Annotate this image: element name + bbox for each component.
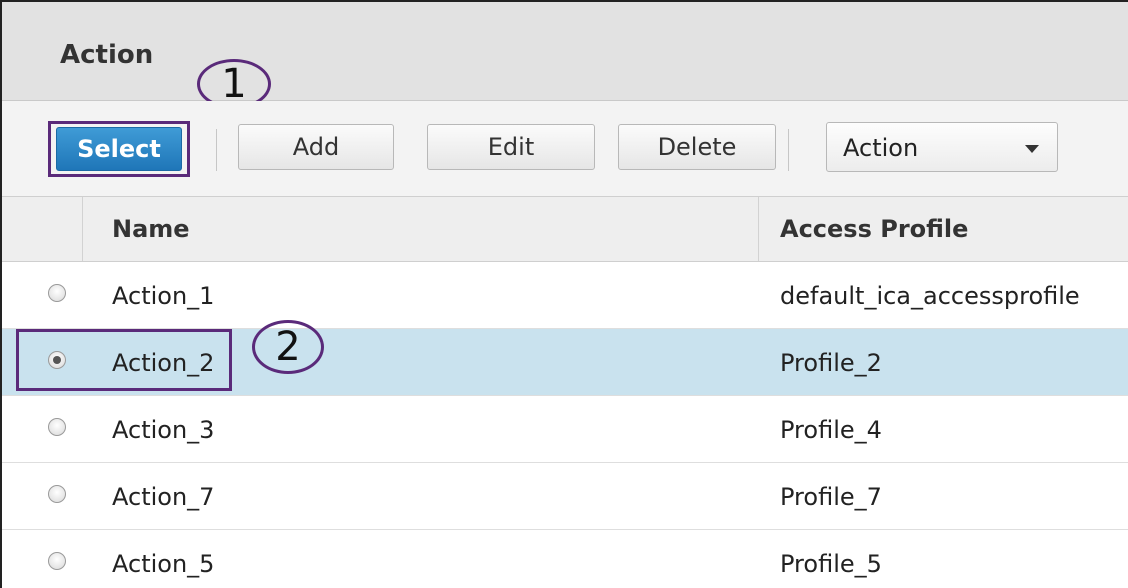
table-row[interactable]: Action_1 default_ica_accessprofile xyxy=(2,262,1128,329)
table-row[interactable]: Action_5 Profile_5 xyxy=(2,530,1128,588)
cell-access-profile: Profile_4 xyxy=(780,416,882,444)
table-header: Name Access Profile xyxy=(2,197,1128,262)
row-highlight-box xyxy=(16,329,232,391)
table-row[interactable]: Action_7 Profile_7 xyxy=(2,463,1128,530)
panel-header: Action xyxy=(2,2,1128,101)
column-header-name[interactable]: Name xyxy=(112,215,190,243)
cell-name: Action_5 xyxy=(112,550,215,578)
column-header-access-profile[interactable]: Access Profile xyxy=(780,215,968,243)
toolbar-divider xyxy=(216,129,217,171)
row-radio[interactable] xyxy=(48,418,66,436)
cell-access-profile: Profile_2 xyxy=(780,349,882,377)
add-button[interactable]: Add xyxy=(238,124,394,170)
cell-name: Action_3 xyxy=(112,416,215,444)
table-row[interactable]: Action_3 Profile_4 xyxy=(2,396,1128,463)
cell-name: Action_1 xyxy=(112,282,215,310)
delete-button[interactable]: Delete xyxy=(618,124,776,170)
action-dropdown[interactable]: Action xyxy=(826,122,1058,172)
select-column-header xyxy=(2,197,83,261)
row-radio[interactable] xyxy=(48,552,66,570)
action-panel: Action 1 Select Add Edit Delete Action N… xyxy=(0,0,1128,588)
page-title: Action xyxy=(60,40,154,70)
cell-access-profile: Profile_7 xyxy=(780,483,882,511)
row-radio[interactable] xyxy=(48,485,66,503)
cell-access-profile: default_ica_accessprofile xyxy=(780,282,1080,310)
row-radio[interactable] xyxy=(48,284,66,302)
edit-button[interactable]: Edit xyxy=(427,124,595,170)
toolbar: Select Add Edit Delete Action xyxy=(2,101,1128,197)
column-divider xyxy=(758,197,759,261)
callout-step-2: 2 xyxy=(252,320,324,374)
select-button[interactable]: Select xyxy=(56,127,182,171)
chevron-down-icon xyxy=(1025,145,1039,153)
toolbar-divider xyxy=(788,129,789,171)
cell-name: Action_7 xyxy=(112,483,215,511)
action-dropdown-value: Action xyxy=(843,134,919,162)
cell-access-profile: Profile_5 xyxy=(780,550,882,578)
